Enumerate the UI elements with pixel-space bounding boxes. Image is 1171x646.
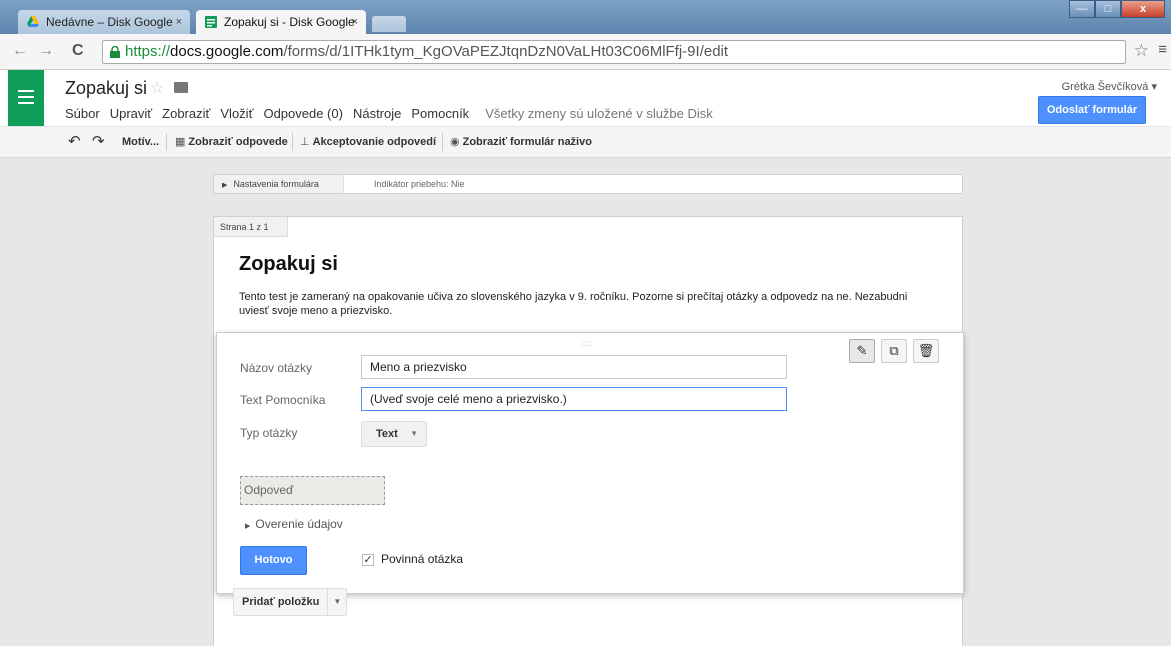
inbox-icon: ⊥ (300, 136, 310, 149)
bookmark-star-icon[interactable]: ☆ (1134, 41, 1149, 61)
question-title-label: Názov otázky (240, 361, 313, 375)
tab-close-icon[interactable]: × (176, 10, 182, 34)
accepting-responses-button[interactable]: ⊥ Akceptovanie odpovedí (300, 127, 436, 157)
reload-icon[interactable]: C (72, 42, 84, 60)
menu-tools[interactable]: Nástroje (353, 106, 401, 121)
forms-home-button[interactable] (8, 70, 44, 128)
globe-icon: ◉ (450, 136, 460, 149)
url-host: docs.google.com (170, 43, 284, 60)
tab-drive-recent[interactable]: Nedávne – Disk Google × (18, 10, 190, 34)
folder-icon[interactable] (174, 82, 188, 93)
save-status[interactable]: Všetky zmeny sú uložené v službe Disk (485, 106, 713, 121)
menu-edit[interactable]: Upraviť (110, 106, 152, 121)
tab-zopakuj-si[interactable]: Zopakuj si - Disk Google × (196, 10, 366, 34)
menu-help[interactable]: Pomocník (411, 106, 469, 121)
back-arrow-icon[interactable]: ← (12, 42, 28, 60)
form-settings-label: Nastavenia formulára (233, 179, 319, 189)
toolbar-divider (292, 133, 293, 151)
view-live-form-button[interactable]: ◉ Zobraziť formulár naživo (450, 127, 592, 157)
doc-title[interactable]: Zopakuj si (65, 78, 147, 99)
window-controls: — □ x (1069, 0, 1165, 18)
question-type-label: Typ otázky (240, 426, 298, 440)
form-title[interactable]: Zopakuj si (239, 253, 338, 276)
tab-title: Zopakuj si - Disk Google (224, 15, 355, 29)
theme-button[interactable]: Motív... (122, 127, 159, 157)
address-bar[interactable]: https://docs.google.com/forms/d/1ITHk1ty… (102, 40, 1126, 64)
view-live-form-label: Zobraziť formulár naživo (462, 136, 592, 148)
question-editor: :::: ✎ ⧉ 🗑 Názov otázky Meno a priezvisk… (216, 332, 964, 594)
view-responses-button[interactable]: ▦ Zobraziť odpovede (175, 127, 288, 157)
add-item-button[interactable]: Pridať položku ▼ (233, 588, 348, 616)
toolbar-divider (166, 133, 167, 151)
required-checkbox[interactable]: ✓ (362, 554, 374, 566)
tab-title: Nedávne – Disk Google (46, 15, 173, 29)
browser-titlebar: Nedávne – Disk Google × Zopakuj si - Dis… (0, 0, 1171, 34)
help-text-input[interactable]: (Uveď svoje celé meno a priezvisko.) (361, 387, 787, 411)
form-canvas: ▶ Nastavenia formulára Indikátor priebehu… (0, 158, 1171, 646)
drag-handle-icon[interactable]: :::: (581, 339, 594, 348)
browser-toolbar: ← → C https://docs.google.com/forms/d/1I… (0, 34, 1171, 70)
chrome-menu-icon[interactable]: ≡ (1158, 41, 1167, 58)
google-drive-icon (27, 16, 39, 27)
required-question-label[interactable]: Povinná otázka (381, 552, 463, 566)
app-menubar: Súbor Upraviť Zobraziť Vložiť Odpovede (… (65, 106, 713, 121)
menu-file[interactable]: Súbor (65, 106, 100, 121)
menu-view[interactable]: Zobraziť (162, 106, 210, 121)
maximize-button[interactable]: □ (1095, 0, 1121, 18)
new-tab-button[interactable] (372, 16, 406, 32)
form-page-card: Strana 1 z 1 Zopakuj si Tento test je za… (213, 216, 964, 646)
forms-logo-icon (18, 90, 34, 108)
star-icon[interactable]: ☆ (150, 78, 164, 98)
tab-close-icon[interactable]: × (352, 10, 358, 34)
forms-app: Zopakuj si ☆ Súbor Upraviť Zobraziť Vlož… (0, 70, 1171, 646)
chevron-down-icon: ▼ (410, 429, 418, 438)
add-item-label: Pridať položku (234, 589, 329, 615)
close-window-button[interactable]: x (1121, 0, 1165, 18)
answer-preview-field: Odpoveď (240, 476, 385, 505)
data-validation-label: Overenie údajov (255, 517, 343, 531)
table-icon: ▦ (175, 136, 186, 149)
edit-toolbar: ↶ ↷ Motív... ▦ Zobraziť odpovede ⊥ Akcepto… (0, 126, 1171, 158)
expand-triangle-icon: ▶ (245, 523, 251, 530)
minimize-button[interactable]: — (1069, 0, 1095, 18)
help-text-label: Text Pomocníka (240, 393, 326, 407)
form-settings-bar: ▶ Nastavenia formulára Indikátor priebehu… (213, 174, 963, 194)
page-label: Strana 1 z 1 (214, 217, 288, 237)
question-type-select[interactable]: Text ▼ (361, 421, 427, 447)
edit-pencil-icon[interactable]: ✎ (849, 339, 875, 363)
question-actions: ✎ ⧉ 🗑 (849, 339, 939, 363)
progress-indicator-status: Indikátor priebehu: Nie (374, 179, 465, 189)
accepting-responses-label: Akceptovanie odpovedí (312, 136, 437, 148)
undo-icon[interactable]: ↶ (68, 127, 81, 157)
lock-icon (110, 46, 120, 58)
question-type-value: Text (376, 428, 398, 440)
view-responses-label: Zobraziť odpovede (188, 136, 288, 148)
trash-icon[interactable]: 🗑 (913, 339, 939, 363)
google-forms-icon (205, 16, 217, 28)
menu-insert[interactable]: Vložiť (220, 106, 253, 121)
data-validation-toggle[interactable]: ▶ Overenie údajov (245, 517, 343, 531)
toolbar-divider (442, 133, 443, 151)
expand-triangle-icon: ▶ (222, 182, 228, 189)
redo-icon[interactable]: ↷ (92, 127, 105, 157)
done-button[interactable]: Hotovo (240, 546, 307, 575)
forward-arrow-icon[interactable]: → (38, 42, 54, 60)
menu-responses[interactable]: Odpovede (0) (263, 106, 343, 121)
duplicate-icon[interactable]: ⧉ (881, 339, 907, 363)
chevron-down-icon[interactable]: ▼ (328, 589, 346, 615)
account-name[interactable]: Grétka Ševčíková ▾ (1062, 80, 1157, 93)
form-settings-toggle[interactable]: ▶ Nastavenia formulára (214, 175, 344, 193)
send-form-button[interactable]: Odoslať formulár (1038, 96, 1146, 124)
form-description[interactable]: Tento test je zameraný na opakovanie uči… (239, 290, 939, 318)
url-path: /forms/d/1ITHk1tym_KgOVaPEZJtqnDzN0VaLHt… (283, 43, 729, 60)
question-title-input[interactable]: Meno a priezvisko (361, 355, 787, 379)
url-scheme: https:// (125, 43, 171, 60)
